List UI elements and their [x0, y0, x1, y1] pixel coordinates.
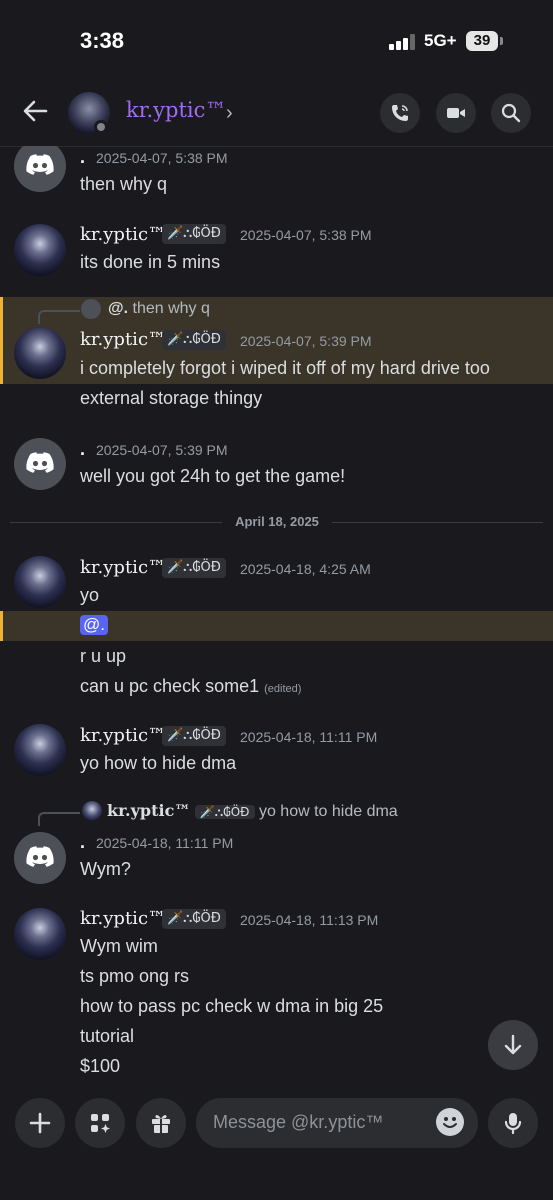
reply-preview[interactable]: @. then why q [108, 300, 210, 318]
user-tag: 🗡️⛬₲ӦĐ [162, 558, 226, 578]
discord-logo-icon [26, 452, 54, 473]
composer-bar: Message @kr.yptic™ [0, 1086, 553, 1200]
user-tag: 🗡️⛬₲ӦĐ [162, 224, 226, 244]
message-text: can u pc check some1 (edited) [80, 676, 301, 697]
avatar[interactable] [14, 224, 66, 276]
reply-connector [38, 812, 80, 826]
video-camera-icon [447, 108, 465, 118]
user-tag: 🗡️⛬₲ӦĐ [162, 726, 226, 746]
status-bar: 3:38 5G+ 39 [0, 0, 553, 80]
avatar[interactable] [14, 438, 66, 490]
message-timestamp: 2025-04-07, 5:39 PM [96, 442, 228, 458]
message-author[interactable]: kr.yptic™ [80, 557, 166, 578]
clock: 3:38 [80, 28, 125, 53]
edited-label: (edited) [264, 683, 302, 695]
message-timestamp: 2025-04-18, 11:11 PM [96, 835, 234, 851]
avatar[interactable] [14, 556, 66, 608]
message-text: i completely forgot i wiped it off of my… [80, 358, 490, 378]
recipient-name[interactable]: kr.yptic™ [126, 98, 226, 122]
reply-author: @. [108, 300, 129, 317]
message-text: well you got 24h to get the game! [80, 466, 346, 486]
microphone-icon [504, 1113, 522, 1135]
user-tag: 🗡️⛬₲ӦĐ [162, 330, 226, 350]
emoji-icon[interactable] [436, 1108, 464, 1136]
battery-icon: 39 [466, 31, 498, 51]
message-text: its done in 5 mins [80, 252, 221, 272]
message-timestamp: 2025-04-07, 5:38 PM [96, 150, 228, 166]
reply-text: yo how to hide dma [258, 803, 398, 820]
reply-text: then why q [132, 300, 210, 317]
message-author[interactable]: . [80, 832, 85, 853]
search-button[interactable] [491, 93, 531, 133]
message-author[interactable]: kr.yptic™ [80, 224, 166, 245]
video-call-button[interactable] [436, 93, 476, 133]
message-timestamp: 2025-04-18, 11:13 PM [240, 912, 379, 928]
gift-button[interactable] [136, 1098, 186, 1148]
message-text: ts pmo ong rs [80, 966, 190, 986]
battery-tip [500, 37, 503, 45]
reply-preview[interactable]: kr.yptic™ 🗡️⛬₲ӦĐ yo how to hide dma [107, 801, 398, 821]
chat-header: kr.yptic™ › [0, 80, 553, 147]
phone-call-icon [392, 105, 408, 121]
message-text: tutorial [80, 1026, 135, 1046]
signal-icon [389, 34, 415, 50]
message-timestamp: 2025-04-07, 5:38 PM [240, 227, 372, 243]
message-text: external storage thingy [80, 388, 263, 408]
message-author[interactable]: . [80, 147, 85, 168]
message-text: then why q [80, 174, 168, 194]
discord-logo-icon [26, 846, 54, 867]
reply-connector [38, 310, 80, 324]
plus-icon [29, 1112, 51, 1134]
message-text: r u up [80, 646, 127, 666]
message-author[interactable]: kr.yptic™ [80, 908, 166, 929]
message-text: yo how to hide dma [80, 753, 237, 773]
message-text: @. [80, 614, 108, 635]
message-author[interactable]: kr.yptic™ [80, 329, 166, 350]
message-text: yo [80, 585, 100, 605]
reply-author: kr.yptic™ [107, 801, 191, 820]
message-author[interactable]: kr.yptic™ [80, 725, 166, 746]
arrow-down-icon [504, 1034, 522, 1055]
message-author[interactable]: . [80, 439, 85, 460]
avatar [82, 801, 102, 821]
apps-button[interactable] [75, 1098, 125, 1148]
user-tag: 🗡️⛬₲ӦĐ [194, 805, 255, 819]
back-arrow-icon[interactable] [20, 96, 50, 126]
add-attachment-button[interactable] [15, 1098, 65, 1148]
emoji-face [443, 1117, 457, 1128]
network-label: 5G+ [424, 31, 457, 50]
message-text-content: can u pc check some1 [80, 676, 260, 696]
message-text: $100 [80, 1056, 121, 1076]
search-icon [501, 103, 521, 123]
avatar[interactable] [14, 327, 66, 379]
avatar[interactable] [14, 146, 66, 192]
message-text: how to pass pc check w dma in big 25 [80, 996, 384, 1016]
avatar[interactable] [14, 832, 66, 884]
voice-message-button[interactable] [488, 1098, 538, 1148]
avatar[interactable] [14, 908, 66, 960]
message-text: Wym wim [80, 936, 158, 956]
apps-icon [91, 1114, 110, 1133]
message-timestamp: 2025-04-07, 5:39 PM [240, 333, 372, 349]
message-timestamp: 2025-04-18, 11:11 PM [240, 729, 378, 745]
message-timestamp: 2025-04-18, 4:25 AM [240, 561, 371, 577]
chevron-right-icon[interactable]: › [226, 102, 233, 125]
avatar[interactable] [14, 724, 66, 776]
gift-icon [152, 1115, 170, 1133]
message-list[interactable]: . 2025-04-07, 5:38 PM then why q kr.ypti… [0, 146, 553, 1086]
message-input[interactable]: Message @kr.yptic™ [196, 1098, 478, 1148]
user-tag: 🗡️⛬₲ӦĐ [162, 909, 226, 929]
scroll-to-bottom-button[interactable] [488, 1020, 538, 1070]
offline-status-icon [94, 120, 108, 134]
message-text: Wym? [80, 859, 131, 879]
discord-logo-icon [81, 299, 101, 319]
date-divider-label: April 18, 2025 [222, 514, 332, 529]
voice-call-button[interactable] [380, 93, 420, 133]
message-input-placeholder: Message @kr.yptic™ [213, 1112, 384, 1132]
user-mention[interactable]: @. [80, 615, 108, 635]
discord-logo-icon [26, 154, 54, 175]
